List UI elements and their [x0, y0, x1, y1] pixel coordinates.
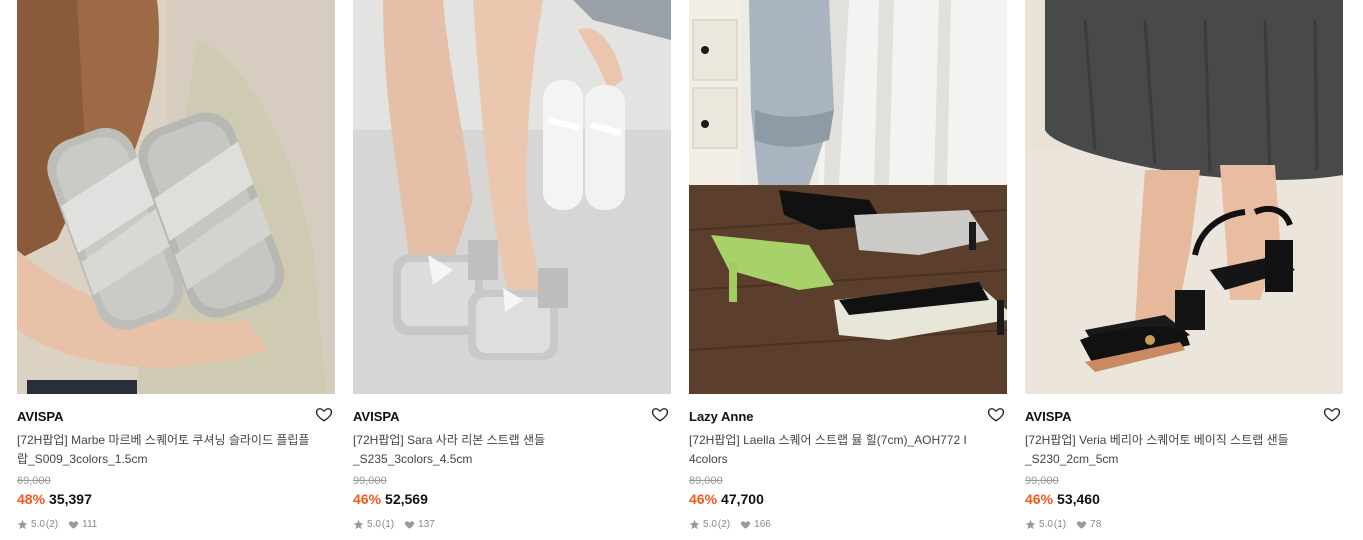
heart-filled-icon	[404, 519, 415, 530]
review-count: (1)	[381, 519, 395, 530]
brand-name[interactable]: AVISPA	[1025, 409, 1071, 424]
original-price: 69,000	[17, 475, 51, 487]
product-image[interactable]	[1025, 0, 1343, 394]
product-card[interactable]: AVISPA [72H팝업] Marbe 마르베 스퀘어토 쿠셔닝 슬라이드 플…	[17, 0, 335, 540]
discount-rate: 46%	[1025, 491, 1054, 507]
star-icon	[689, 519, 700, 530]
product-card[interactable]: Lazy Anne [72H팝업] Laella 스퀘어 스트랩 뮬 힐(7cm…	[689, 0, 1007, 540]
review-count: (2)	[717, 519, 731, 530]
rating-value: 5.0	[31, 519, 45, 530]
sale-price: 53,460	[1057, 491, 1100, 507]
price-row: 46% 53,460	[1025, 491, 1100, 507]
discount-rate: 48%	[17, 491, 46, 507]
brand-name[interactable]: Lazy Anne	[689, 409, 754, 424]
likes-count: 166	[754, 519, 771, 530]
product-meta: 5.0 (1) 137	[353, 519, 435, 530]
wishlist-heart-icon[interactable]	[651, 405, 669, 423]
product-meta: 5.0 (1) 78	[1025, 519, 1101, 530]
wishlist-heart-icon[interactable]	[315, 405, 333, 423]
brand-name[interactable]: AVISPA	[17, 409, 63, 424]
review-count: (2)	[45, 519, 59, 530]
star-icon	[1025, 519, 1036, 530]
heart-filled-icon	[1076, 519, 1087, 530]
price-row: 48% 35,397	[17, 491, 92, 507]
brand-name[interactable]: AVISPA	[353, 409, 399, 424]
review-count: (1)	[1053, 519, 1067, 530]
product-image[interactable]	[353, 0, 671, 394]
likes-count: 111	[82, 519, 98, 530]
rating-value: 5.0	[1039, 519, 1053, 530]
wishlist-heart-icon[interactable]	[987, 405, 1005, 423]
product-card[interactable]: AVISPA [72H팝업] Veria 베리아 스퀘어토 베이직 스트랩 샌들…	[1025, 0, 1343, 540]
original-price: 99,000	[1025, 475, 1059, 487]
product-name[interactable]: [72H팝업] Sara 사라 리본 스트랩 샌들 _S235_3colors_…	[353, 431, 653, 469]
heart-filled-icon	[68, 519, 79, 530]
product-name[interactable]: [72H팝업] Veria 베리아 스퀘어토 베이직 스트랩 샌들 _S230_…	[1025, 431, 1325, 469]
sale-price: 52,569	[385, 491, 428, 507]
sale-price: 47,700	[721, 491, 764, 507]
product-name[interactable]: [72H팝업] Laella 스퀘어 스트랩 뮬 힐(7cm)_AOH772 I…	[689, 431, 989, 469]
product-meta: 5.0 (2) 111	[17, 519, 97, 530]
product-image[interactable]	[689, 0, 1007, 394]
product-grid: AVISPA [72H팝업] Marbe 마르베 스퀘어토 쿠셔닝 슬라이드 플…	[0, 0, 1363, 540]
rating-value: 5.0	[703, 519, 717, 530]
wishlist-heart-icon[interactable]	[1323, 405, 1341, 423]
likes-count: 78	[1090, 519, 1102, 530]
star-icon	[353, 519, 364, 530]
product-image[interactable]	[17, 0, 335, 394]
sale-price: 35,397	[49, 491, 92, 507]
discount-rate: 46%	[689, 491, 718, 507]
product-name[interactable]: [72H팝업] Marbe 마르베 스퀘어토 쿠셔닝 슬라이드 플립플랍_S00…	[17, 431, 317, 469]
discount-rate: 46%	[353, 491, 382, 507]
original-price: 89,000	[689, 475, 723, 487]
product-meta: 5.0 (2) 166	[689, 519, 771, 530]
heart-filled-icon	[740, 519, 751, 530]
rating-value: 5.0	[367, 519, 381, 530]
original-price: 99,000	[353, 475, 387, 487]
star-icon	[17, 519, 28, 530]
product-card[interactable]: AVISPA [72H팝업] Sara 사라 리본 스트랩 샌들 _S235_3…	[353, 0, 671, 540]
price-row: 46% 52,569	[353, 491, 428, 507]
likes-count: 137	[418, 519, 435, 530]
price-row: 46% 47,700	[689, 491, 764, 507]
